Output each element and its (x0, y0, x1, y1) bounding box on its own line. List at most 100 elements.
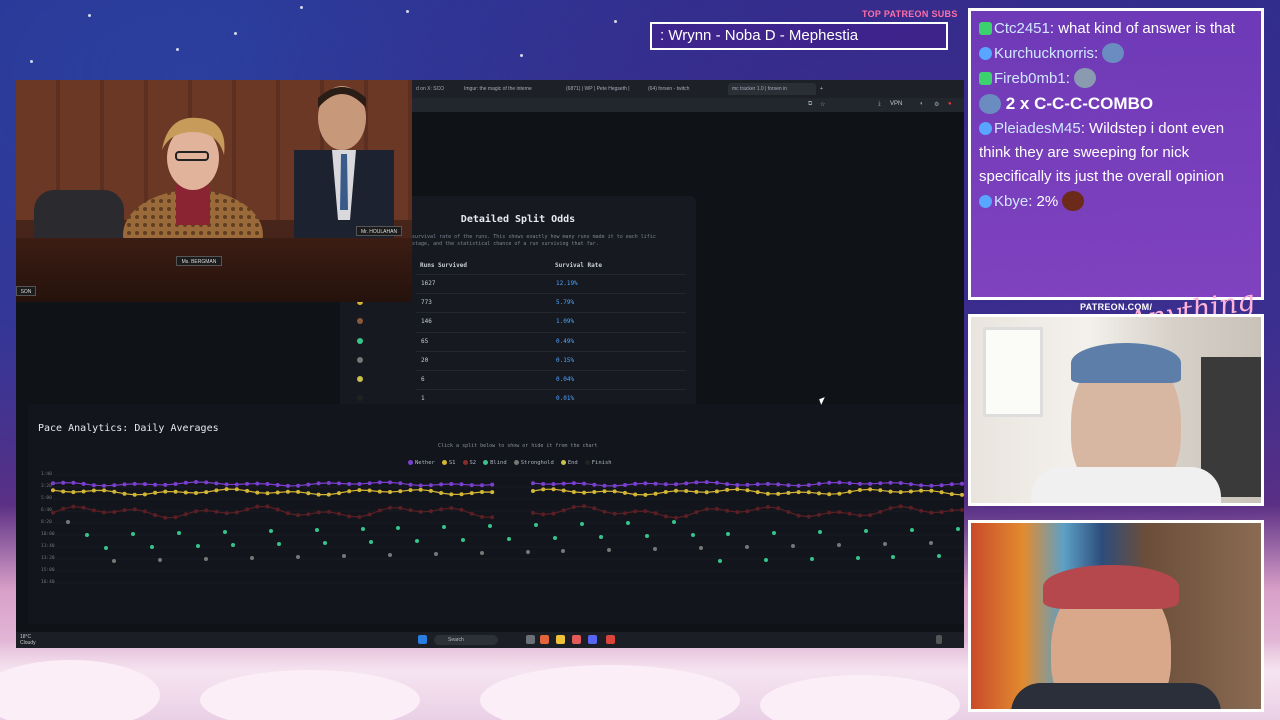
nether-series-point[interactable] (480, 483, 484, 488)
s1-series-point[interactable] (173, 489, 178, 494)
download-icon[interactable]: ⤓ (878, 101, 881, 108)
chat-username[interactable]: PleiadesM45 (994, 120, 1081, 137)
nether-series-point[interactable] (551, 482, 556, 487)
s1-series-point[interactable] (796, 490, 801, 495)
stronghold-point[interactable] (561, 549, 565, 553)
blind-point[interactable] (718, 559, 722, 563)
nether-series-point[interactable] (725, 482, 730, 487)
nether-series-point[interactable] (214, 481, 219, 486)
s1-series-point[interactable] (153, 490, 158, 495)
s2-series-point[interactable] (735, 510, 740, 515)
nether-series-point[interactable] (582, 481, 587, 486)
s2-series-point[interactable] (285, 511, 290, 516)
s1-series-point[interactable] (571, 490, 576, 494)
s2-series-point[interactable] (490, 515, 495, 520)
s1-series-point[interactable] (337, 491, 341, 496)
s2-series-point[interactable] (306, 512, 311, 517)
nether-series-point[interactable] (919, 483, 924, 488)
nether-series-point[interactable] (449, 482, 454, 486)
nether-series-point[interactable] (388, 480, 392, 485)
s1-series-point[interactable] (388, 490, 392, 494)
start-icon[interactable] (418, 635, 427, 644)
vpn-badge[interactable]: VPN (890, 101, 902, 107)
s1-series-point[interactable] (265, 491, 270, 496)
nether-series-point[interactable] (653, 481, 658, 486)
nether-series-point[interactable] (347, 482, 352, 486)
s1-series-point[interactable] (704, 490, 709, 495)
stronghold-point[interactable] (699, 546, 703, 550)
nether-series-point[interactable] (817, 481, 821, 486)
blind-point[interactable] (231, 543, 235, 547)
stronghold-point[interactable] (929, 541, 933, 545)
blind-point[interactable] (507, 537, 511, 541)
browser-icon[interactable] (540, 635, 549, 644)
s2-series-point[interactable] (541, 512, 546, 517)
blind-point[interactable] (580, 522, 584, 526)
s1-series-point[interactable] (285, 489, 290, 494)
s1-series-point[interactable] (960, 492, 964, 497)
s2-series-point[interactable] (643, 509, 648, 514)
nether-series-point[interactable] (173, 482, 178, 486)
s2-series-point[interactable] (796, 513, 801, 518)
nether-series-point[interactable] (459, 482, 464, 487)
s2-series-point[interactable] (786, 510, 791, 514)
s2-series-point[interactable] (684, 514, 689, 518)
nether-series-point[interactable] (367, 481, 372, 486)
s1-series-point[interactable] (623, 490, 627, 495)
s2-series-point[interactable] (398, 506, 403, 510)
s2-series-point[interactable] (122, 508, 127, 513)
s1-series-point[interactable] (480, 490, 484, 494)
s2-series-point[interactable] (571, 505, 576, 509)
s1-series-point[interactable] (490, 490, 495, 495)
stronghold-point[interactable] (296, 555, 300, 559)
s2-series-point[interactable] (847, 511, 852, 516)
s2-series-point[interactable] (694, 510, 699, 515)
nether-series-point[interactable] (847, 481, 852, 486)
s1-series-point[interactable] (919, 488, 924, 493)
nether-series-point[interactable] (857, 481, 862, 486)
s1-series-point[interactable] (377, 489, 382, 494)
nether-series-point[interactable] (633, 481, 638, 486)
nether-series-point[interactable] (827, 480, 832, 485)
s1-series-point[interactable] (908, 489, 913, 494)
s1-series-point[interactable] (132, 492, 137, 497)
s1-series-point[interactable] (204, 490, 209, 495)
s2-series-point[interactable] (868, 513, 873, 518)
blind-point[interactable] (461, 538, 465, 542)
s1-series-point[interactable] (439, 491, 444, 495)
s2-series-point[interactable] (929, 510, 934, 515)
s2-series-point[interactable] (377, 508, 382, 513)
s2-series-point[interactable] (551, 511, 556, 516)
blind-point[interactable] (864, 529, 868, 533)
s2-series-point[interactable] (674, 515, 678, 520)
s1-series-point[interactable] (91, 488, 96, 493)
s1-series-point[interactable] (949, 492, 954, 497)
blind-point[interactable] (937, 554, 941, 558)
record-icon[interactable]: ● (948, 101, 952, 107)
star-icon[interactable]: ☆ (820, 101, 825, 108)
blind-point[interactable] (534, 523, 538, 527)
nether-series-point[interactable] (275, 483, 280, 487)
s1-series-point[interactable] (306, 491, 311, 496)
s1-series-point[interactable] (786, 490, 791, 495)
s2-series-point[interactable] (469, 511, 474, 516)
nether-series-point[interactable] (571, 481, 576, 486)
s2-series-point[interactable] (908, 505, 913, 510)
legend-item[interactable]: S1 (441, 460, 456, 466)
s2-series-point[interactable] (245, 507, 250, 512)
s2-series-point[interactable] (112, 510, 117, 514)
s1-series-point[interactable] (714, 489, 719, 494)
nether-series-point[interactable] (929, 483, 934, 488)
s1-series-point[interactable] (735, 487, 740, 492)
legend-item[interactable]: End (560, 460, 578, 466)
s2-series-point[interactable] (755, 506, 760, 511)
s2-series-point[interactable] (347, 514, 352, 519)
nether-series-point[interactable] (745, 482, 750, 487)
s2-series-point[interactable] (71, 504, 76, 509)
s2-series-point[interactable] (939, 510, 944, 515)
s2-series-point[interactable] (81, 505, 86, 510)
s1-series-point[interactable] (674, 488, 678, 493)
s2-series-point[interactable] (102, 510, 107, 515)
nether-series-point[interactable] (806, 483, 811, 488)
s2-series-point[interactable] (888, 506, 893, 511)
